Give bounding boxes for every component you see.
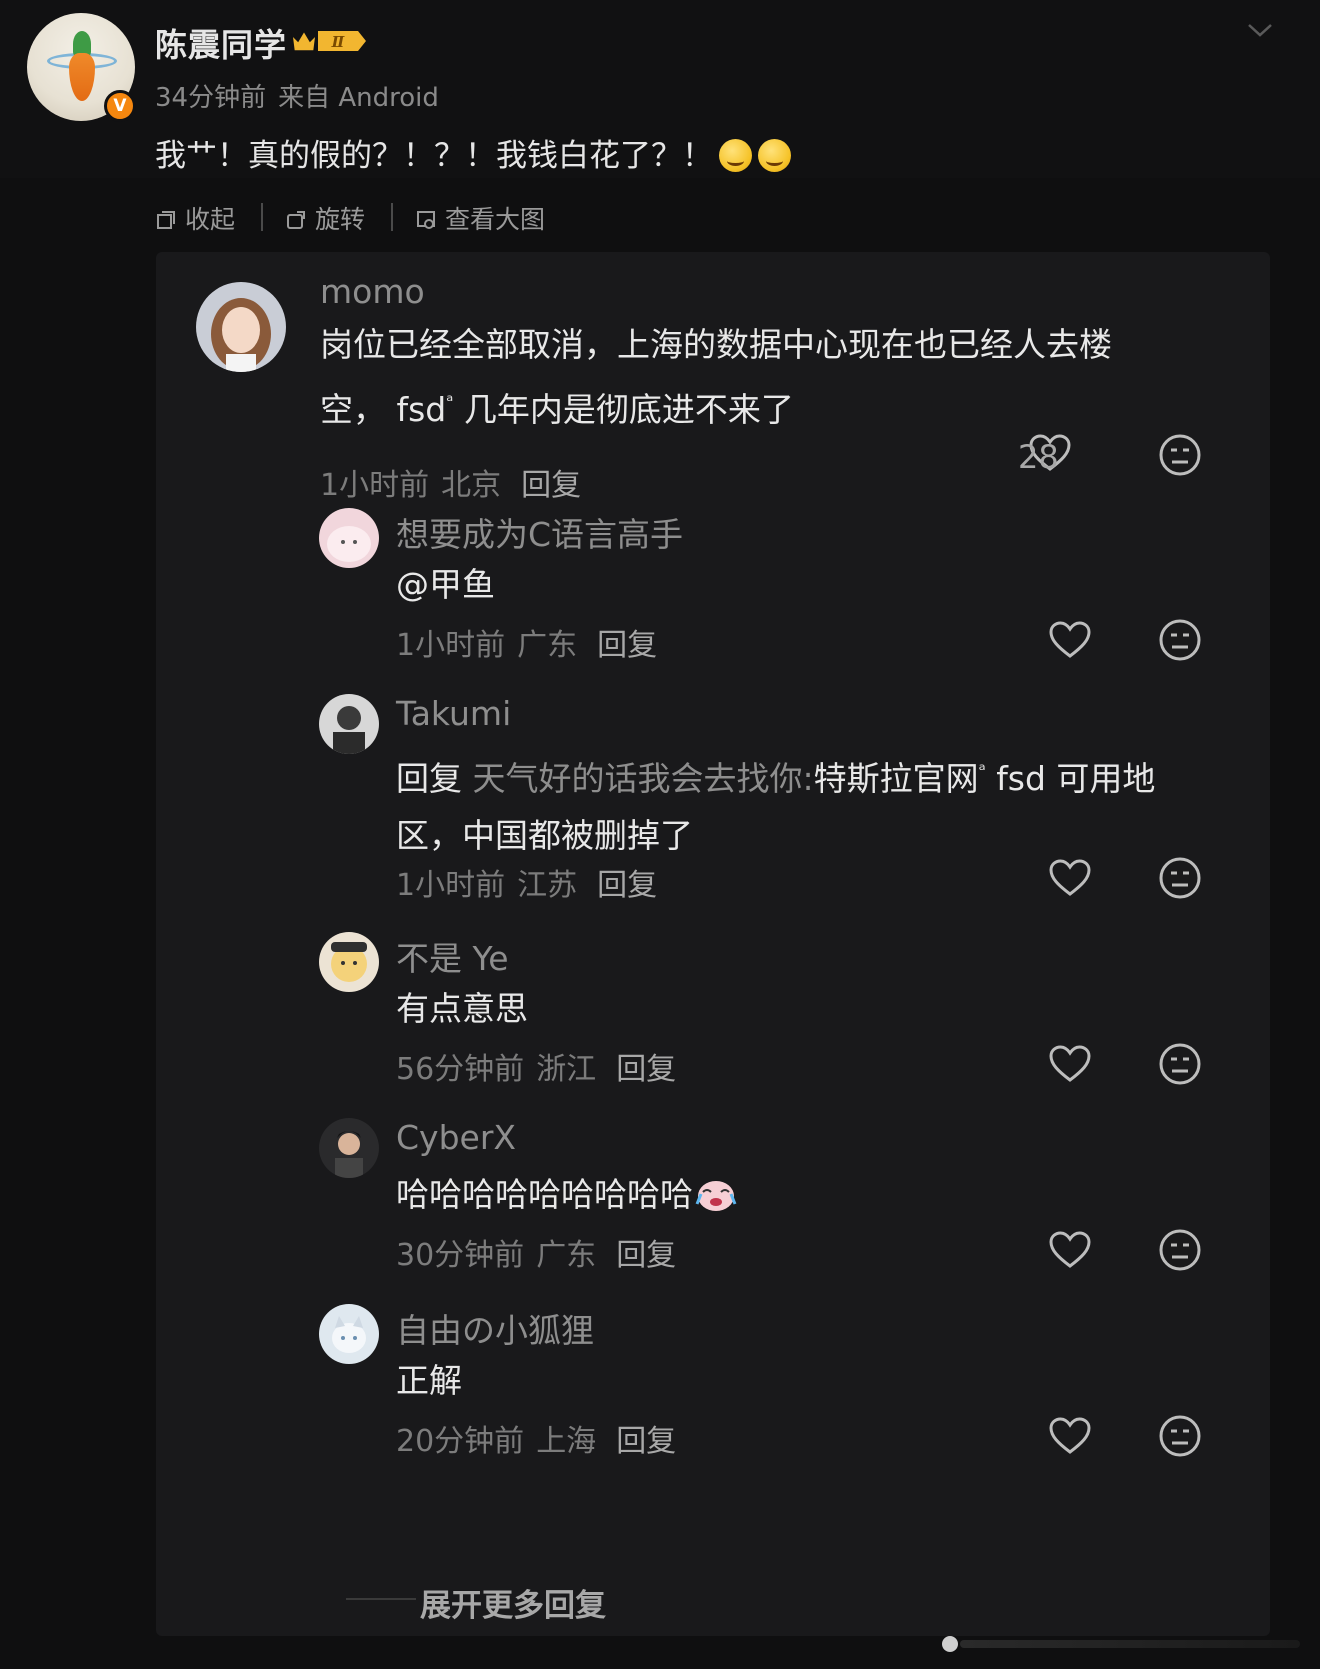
- rotate-icon: [287, 211, 305, 229]
- reply-region: 江苏: [517, 868, 578, 903]
- reply-meta: 56分钟前 浙江 回复: [396, 1044, 676, 1088]
- reply-avatar[interactable]: [319, 1304, 379, 1364]
- post-meta: 34分钟前 来自 Android: [155, 77, 451, 114]
- comment-card: momo 岗位已经全部取消，上海的数据中心现在也已经人去楼 空， fsdᵃ 几年…: [156, 252, 1270, 1636]
- verified-badge-icon: V: [104, 90, 136, 122]
- reply-meta: 1小时前 广东 回复: [396, 620, 657, 664]
- reply-avatar[interactable]: [319, 932, 379, 992]
- reply-region: 浙江: [536, 1052, 597, 1087]
- view-large-button[interactable]: 查看大图: [415, 200, 545, 236]
- search-link-icon: ᵃ: [446, 391, 454, 412]
- dislike-face-icon[interactable]: [1158, 1414, 1202, 1458]
- reply-region: 上海: [536, 1424, 597, 1459]
- reply-meta: 30分钟前 广东 回复: [396, 1230, 676, 1274]
- post-source: 来自 Android: [278, 83, 439, 113]
- reply-button[interactable]: 回复: [597, 628, 657, 663]
- reply-text: 回复 天气好的话我会去找你:特斯拉官网ᵃ fsd 可用地 区，中国都被删掉了: [396, 742, 1155, 864]
- dislike-face-icon[interactable]: [1158, 1228, 1202, 1272]
- collapse-button[interactable]: 收起: [155, 200, 235, 236]
- reply-username[interactable]: CyberX: [396, 1118, 516, 1157]
- reply-prefix: 回复: [396, 759, 462, 798]
- commenter-avatar[interactable]: [196, 282, 286, 372]
- crown-level-badge-icon[interactable]: Ⅱ: [288, 27, 368, 55]
- reply-time: 30分钟前: [396, 1238, 525, 1273]
- comment-text-part: 空，: [320, 390, 386, 429]
- view-large-icon: [417, 211, 435, 229]
- reply-button[interactable]: 回复: [616, 1052, 676, 1087]
- collapse-icon: [157, 211, 175, 229]
- view-large-label: 查看大图: [445, 205, 546, 234]
- reply-button[interactable]: 回复: [521, 468, 581, 503]
- reply-region: 广东: [536, 1238, 597, 1273]
- reply-button[interactable]: 回复: [616, 1238, 676, 1273]
- search-link-icon: ᵃ: [978, 760, 986, 781]
- dislike-face-icon[interactable]: [1158, 618, 1202, 662]
- collapse-label: 收起: [185, 205, 236, 234]
- commenter-username[interactable]: momo: [320, 272, 425, 311]
- reply-username[interactable]: 想要成为C语言高手: [396, 508, 683, 556]
- more-replies-divider: [346, 1598, 416, 1600]
- reply-meta: 20分钟前 上海 回复: [396, 1416, 676, 1460]
- post-time: 34分钟前: [155, 83, 267, 113]
- like-count: 28: [1018, 438, 1059, 476]
- comment-text-line1: 岗位已经全部取消，上海的数据中心现在也已经人去楼: [320, 325, 1112, 364]
- comment-region: 北京: [441, 468, 502, 503]
- dislike-face-icon[interactable]: [1158, 1042, 1202, 1086]
- rotate-label: 旋转: [315, 205, 366, 234]
- reply-region: 广东: [517, 628, 578, 663]
- post-text: 我艹！真的假的？！？！我钱白花了？！: [155, 130, 791, 175]
- reply-time: 1小时前: [396, 628, 506, 663]
- squint-laugh-emoji-icon: [758, 139, 791, 172]
- reply-username[interactable]: Takumi: [396, 694, 511, 733]
- reply-time: 56分钟前: [396, 1052, 525, 1087]
- reply-text-line2: 区，中国都被删掉了: [396, 816, 693, 855]
- reply-button[interactable]: 回复: [616, 1424, 676, 1459]
- reply-avatar[interactable]: [319, 694, 379, 754]
- heart-icon[interactable]: [1048, 858, 1092, 898]
- reply-avatar[interactable]: [319, 1118, 379, 1178]
- toolbar-divider: [391, 203, 393, 231]
- crying-laugh-emoji-icon: [695, 1181, 737, 1211]
- more-replies-button[interactable]: 展开更多回复: [420, 1580, 606, 1625]
- avatar-carrot-body: [69, 53, 95, 101]
- reply-username[interactable]: 自由の小狐狸: [396, 1304, 594, 1352]
- reply-time: 20分钟前: [396, 1424, 525, 1459]
- reply-to-user[interactable]: 天气好的话我会去找你:: [473, 759, 814, 798]
- scroll-indicator-track: [960, 1640, 1300, 1648]
- reply-time: 1小时前: [396, 868, 506, 903]
- comment-meta: 1小时前 北京 回复: [320, 460, 581, 504]
- heart-icon[interactable]: [1048, 1044, 1092, 1084]
- comment-text: 岗位已经全部取消，上海的数据中心现在也已经人去楼 空， fsdᵃ 几年内是彻底进…: [320, 316, 1112, 438]
- reply-text-content: 哈哈哈哈哈哈哈哈哈: [396, 1175, 693, 1214]
- level-badge-text: Ⅱ: [331, 33, 346, 51]
- post-text-content: 我艹！真的假的？！？！我钱白花了？！: [155, 138, 713, 174]
- chevron-down-icon[interactable]: [1246, 20, 1274, 40]
- comment-time: 1小时前: [320, 468, 430, 503]
- fsd-link[interactable]: fsd: [397, 390, 447, 429]
- post-header: V 陈震同学 Ⅱ 34分钟前 来自 Android 我艹！真的假的？！？！我钱白花…: [0, 0, 1320, 178]
- dislike-face-icon[interactable]: [1158, 856, 1202, 900]
- reply-button[interactable]: 回复: [597, 868, 657, 903]
- rotate-button[interactable]: 旋转: [285, 200, 365, 236]
- toolbar-divider: [261, 203, 263, 231]
- post-author-name[interactable]: 陈震同学: [155, 20, 287, 66]
- reply-text: @甲鱼: [396, 565, 495, 604]
- reply-text-part: fsd 可用地: [996, 759, 1156, 798]
- comment-text-part: 几年内是彻底进不来了: [463, 390, 794, 429]
- heart-icon[interactable]: [1048, 1230, 1092, 1270]
- reply-meta: 1小时前 江苏 回复: [396, 860, 657, 904]
- reply-text-line1: 回复 天气好的话我会去找你:特斯拉官网ᵃ fsd 可用地: [396, 742, 1155, 807]
- heart-icon[interactable]: [1048, 620, 1092, 660]
- reply-text: 正解: [396, 1361, 462, 1400]
- scroll-indicator-dot: [942, 1636, 958, 1652]
- dislike-face-icon[interactable]: [1158, 433, 1202, 477]
- reply-text: 有点意思: [396, 989, 528, 1028]
- reply-text: 哈哈哈哈哈哈哈哈哈: [396, 1166, 737, 1223]
- reply-avatar[interactable]: [319, 508, 379, 568]
- squint-laugh-emoji-icon: [719, 139, 752, 172]
- reply-username[interactable]: 不是 Ye: [396, 932, 509, 980]
- comment-text-line2: 空， fsdᵃ 几年内是彻底进不来了: [320, 373, 1112, 438]
- tesla-site-link[interactable]: 特斯拉官网: [814, 759, 979, 798]
- heart-icon[interactable]: [1048, 1416, 1092, 1456]
